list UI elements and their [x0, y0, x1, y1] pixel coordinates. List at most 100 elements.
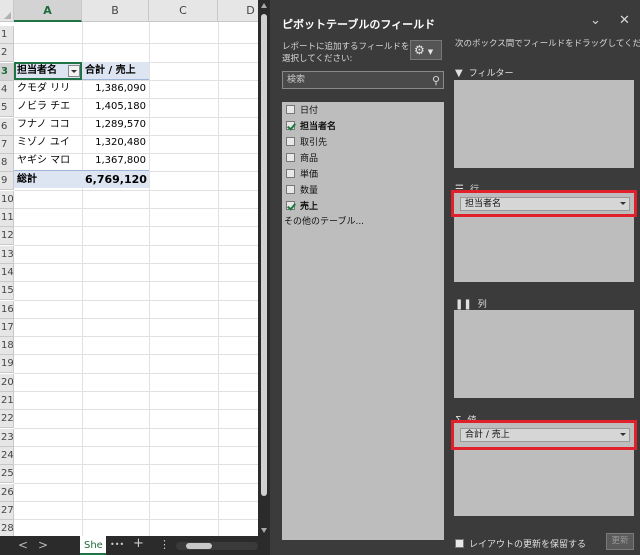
defer-update-checkbox[interactable] [455, 539, 464, 548]
scroll-up-icon[interactable] [261, 3, 267, 8]
gridline [14, 427, 258, 429]
gridline [14, 281, 258, 283]
columns-icon: ❚❚ [455, 299, 472, 310]
field-item-unit-price[interactable]: 単価 [286, 168, 318, 182]
columns-drop-area[interactable] [454, 310, 634, 398]
pivot-name-cell[interactable]: ノビラ チエ [14, 98, 82, 116]
horizontal-scrollbar[interactable] [176, 542, 258, 550]
row-header[interactable]: 24 [0, 446, 14, 465]
row-header[interactable]: 14 [0, 263, 14, 282]
chevron-down-icon[interactable]: ⌄ [590, 13, 601, 28]
field-search-input[interactable]: 検索 ⚲ [282, 71, 444, 89]
row-header[interactable]: 10 [0, 190, 14, 209]
close-icon[interactable]: ✕ [619, 13, 630, 28]
pivot-name-cell[interactable]: フナノ ココ [14, 116, 82, 134]
gear-icon: ⚙ [414, 43, 425, 57]
row-header[interactable]: 16 [0, 300, 14, 319]
row-header[interactable]: 17 [0, 318, 14, 337]
column-header-b[interactable]: B [82, 0, 149, 22]
field-checkbox[interactable] [286, 121, 295, 130]
row-header[interactable]: 11 [0, 209, 14, 227]
row-header[interactable]: 26 [0, 483, 14, 502]
field-item-person[interactable]: 担当者名 [286, 120, 336, 134]
scrollbar-thumb[interactable] [261, 14, 267, 496]
row-header[interactable]: 7 [0, 135, 14, 154]
row-header[interactable]: 12 [0, 227, 14, 246]
field-item-sales[interactable]: 売上 [286, 200, 318, 214]
row-header[interactable]: 20 [0, 373, 14, 392]
row-header[interactable]: 22 [0, 410, 14, 429]
field-list: 日付 担当者名 取引先 商品 単価 数量 売上 その他のテーブル... [282, 102, 444, 540]
update-button[interactable]: 更新 [606, 533, 634, 550]
chevron-left-icon[interactable]: < [18, 538, 28, 552]
field-item-quantity[interactable]: 数量 [286, 184, 318, 198]
defer-update-option[interactable]: レイアウトの更新を保留する [455, 537, 586, 550]
column-header-a[interactable]: A [14, 0, 82, 22]
pivot-value-cell[interactable]: 1,320,480 [82, 134, 149, 152]
other-tables-link[interactable]: その他のテーブル... [284, 215, 364, 229]
pivot-grand-total-value[interactable]: 6,769,120 [82, 170, 149, 188]
pivot-name-cell[interactable]: ミゾノ ユイ [14, 134, 82, 152]
scroll-down-icon[interactable] [261, 528, 267, 533]
row-header[interactable]: 28 [0, 520, 14, 536]
pivot-row-label-header[interactable]: 担当者名 [14, 62, 82, 80]
row-header[interactable]: 27 [0, 501, 14, 520]
row-header[interactable]: 25 [0, 465, 14, 484]
row-header[interactable]: 9 [0, 172, 14, 191]
filter-area-label: ▼ フィルター [455, 68, 514, 79]
chevron-right-icon[interactable]: > [38, 538, 48, 552]
row-header[interactable]: 21 [0, 392, 14, 410]
field-item-client[interactable]: 取引先 [286, 136, 327, 150]
column-header-c[interactable]: C [149, 0, 218, 22]
pivot-value-cell[interactable]: 1,367,800 [82, 152, 149, 170]
pivot-row-label-text: 担当者名 [17, 65, 57, 76]
gridline [218, 22, 219, 536]
field-checkbox[interactable] [286, 185, 295, 194]
field-checkbox[interactable] [286, 169, 295, 178]
gridline [14, 372, 258, 374]
row-header[interactable]: 6 [0, 117, 14, 136]
gridline [14, 336, 258, 338]
row-header[interactable]: 13 [0, 245, 14, 264]
tools-dropdown-button[interactable]: ⚙ ▼ [410, 40, 442, 60]
add-sheet-icon[interactable]: + [133, 536, 144, 551]
vertical-scrollbar[interactable] [258, 0, 270, 536]
pivot-name-cell[interactable]: クモダ リリ [14, 80, 82, 98]
columns-area-label: ❚❚ 列 [455, 299, 487, 310]
field-checkbox[interactable] [286, 201, 295, 210]
gridline [14, 299, 258, 301]
column-header-d[interactable]: D [218, 0, 258, 22]
field-item-date[interactable]: 日付 [286, 104, 318, 118]
row-header[interactable]: 15 [0, 282, 14, 301]
tab-options-icon[interactable]: ⋮ [159, 538, 170, 551]
pivot-grand-total-label[interactable]: 総計 [14, 170, 82, 188]
pane-title: ピボットテーブルのフィールド [282, 18, 436, 31]
worksheet-grid[interactable]: A B C D 1 2 3 4 5 6 7 8 9 10 11 12 13 14 15 16 17 18 19 20 2… [0, 0, 258, 536]
row-header[interactable]: 18 [0, 337, 14, 356]
more-sheets-icon[interactable]: ••• [110, 540, 124, 549]
row-header[interactable]: 3 [0, 62, 14, 81]
pivot-name-cell[interactable]: ヤギシ マロ [14, 152, 82, 170]
scrollbar-thumb[interactable] [186, 543, 212, 549]
row-header[interactable]: 2 [0, 44, 14, 63]
pivot-value-header[interactable]: 合計 / 売上 [82, 62, 149, 80]
row-header[interactable]: 5 [0, 99, 14, 118]
filter-dropdown-icon[interactable] [68, 65, 80, 77]
row-header[interactable]: 8 [0, 154, 14, 173]
gridline [14, 445, 258, 447]
row-header[interactable]: 23 [0, 428, 14, 447]
row-header[interactable]: 1 [0, 26, 14, 44]
gridline [14, 391, 258, 392]
pivot-value-cell[interactable]: 1,405,180 [82, 98, 149, 116]
row-header[interactable]: 4 [0, 80, 14, 99]
field-checkbox[interactable] [286, 137, 295, 146]
select-all-corner[interactable] [0, 0, 14, 22]
field-checkbox[interactable] [286, 105, 295, 114]
pivot-value-cell[interactable]: 1,289,570 [82, 116, 149, 134]
row-header[interactable]: 19 [0, 355, 14, 374]
field-checkbox[interactable] [286, 153, 295, 162]
sheet-tab[interactable]: She [80, 536, 106, 555]
field-item-product[interactable]: 商品 [286, 152, 318, 166]
pivot-value-cell[interactable]: 1,386,090 [82, 80, 149, 98]
filter-drop-area[interactable] [454, 80, 634, 168]
